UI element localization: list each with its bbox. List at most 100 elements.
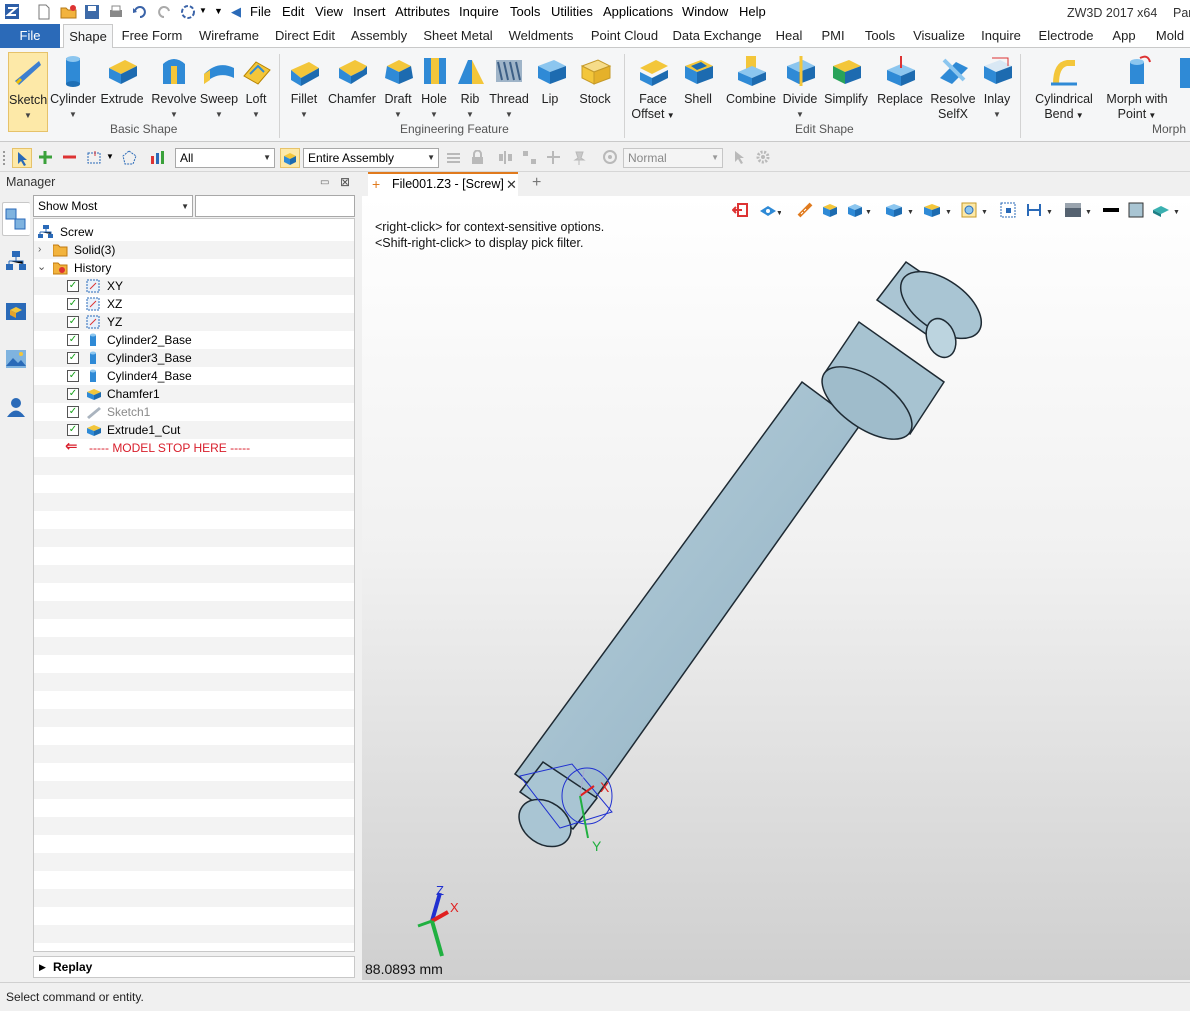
visibility-checkbox[interactable]: ✓ <box>67 370 79 382</box>
box-pick-icon[interactable] <box>87 150 102 165</box>
visibility-checkbox[interactable]: ✓ <box>67 424 79 436</box>
manager-search-input[interactable] <box>195 195 355 217</box>
rib-button[interactable]: Rib ▼ <box>454 52 486 132</box>
tree-row-solid[interactable]: › Solid(3) <box>34 241 354 259</box>
tab-direct-edit[interactable]: Direct Edit <box>272 24 338 48</box>
expand-arrow-icon[interactable]: › <box>38 241 41 259</box>
redo-icon[interactable] <box>156 4 172 20</box>
menu-insert[interactable]: Insert <box>353 4 386 19</box>
shell-button[interactable]: Shell <box>680 52 716 132</box>
visibility-checkbox[interactable]: ✓ <box>67 280 79 292</box>
new-file-icon[interactable] <box>36 4 52 20</box>
float-panel-icon[interactable]: ▭ <box>320 177 329 188</box>
open-folder-icon[interactable] <box>60 4 77 20</box>
menu-view[interactable]: View <box>315 4 343 19</box>
menu-utilities[interactable]: Utilities <box>551 4 593 19</box>
save-icon[interactable] <box>84 4 100 20</box>
combine-button[interactable]: Combine <box>724 52 778 132</box>
draft-button[interactable]: Draft ▼ <box>380 52 416 132</box>
tab-inquire[interactable]: Inquire <box>976 24 1026 48</box>
visual-manager-icon[interactable] <box>5 348 27 370</box>
assembly-scope-icon[interactable] <box>280 148 300 168</box>
tree-row-model-stop[interactable]: ⇐ ----- MODEL STOP HERE ----- <box>34 438 354 457</box>
menu-inquire[interactable]: Inquire <box>459 4 499 19</box>
tree-row-cylinder2-base[interactable]: ✓ Cylinder2_Base <box>34 331 354 349</box>
assembly-manager-icon[interactable] <box>5 250 27 272</box>
chamfer-button[interactable]: Chamfer <box>326 52 378 132</box>
graphics-viewport[interactable]: <right-click> for context-sensitive opti… <box>362 196 1190 980</box>
expand-replay-icon[interactable]: ▶ <box>39 957 46 977</box>
visibility-checkbox[interactable]: ✓ <box>67 316 79 328</box>
visibility-checkbox[interactable]: ✓ <box>67 334 79 346</box>
tab-sheet-metal[interactable]: Sheet Metal <box>421 24 495 48</box>
resolve-selfx-button[interactable]: Resolve SelfX <box>928 52 978 132</box>
loft-button[interactable]: Loft ▼ <box>240 52 272 132</box>
document-tab[interactable]: + File001.Z3 - [Screw] ✕ <box>368 172 518 196</box>
cylindrical-bend-button[interactable]: Cylindrical Bend ▼ <box>1030 52 1098 132</box>
tab-pmi[interactable]: PMI <box>816 24 850 48</box>
tab-shape[interactable]: Shape <box>63 24 113 49</box>
polygon-pick-icon[interactable] <box>122 150 137 165</box>
thread-button[interactable]: Thread ▼ <box>488 52 530 132</box>
menu-help[interactable]: Help <box>739 4 766 19</box>
tree-row-history[interactable]: ⌄ History <box>34 259 354 277</box>
visibility-checkbox[interactable]: ✓ <box>67 388 79 400</box>
sweep-button[interactable]: Sweep ▼ <box>199 52 239 132</box>
tab-mold[interactable]: Mold <box>1150 24 1190 48</box>
menu-tools[interactable]: Tools <box>510 4 540 19</box>
collapse-menu-icon[interactable]: ◀ <box>231 4 241 20</box>
sketch-button[interactable]: Sketch ▼ <box>8 52 48 132</box>
tree-row-xy[interactable]: ✓ XY <box>34 277 354 295</box>
tab-point-cloud[interactable]: Point Cloud <box>587 24 662 48</box>
new-tab-icon[interactable]: + <box>532 174 541 192</box>
tree-row-root[interactable]: Screw <box>34 223 354 241</box>
close-tab-icon[interactable]: ✕ <box>506 174 517 195</box>
print-icon[interactable] <box>108 4 124 20</box>
hole-button[interactable]: Hole ▼ <box>418 52 450 132</box>
tree-row-chamfer1[interactable]: ✓ Chamfer1 <box>34 385 354 403</box>
tree-row-cylinder3-base[interactable]: ✓ Cylinder3_Base <box>34 349 354 367</box>
menu-applications[interactable]: Applications <box>603 4 673 19</box>
pick-mode-icon[interactable] <box>12 148 32 168</box>
tab-tools[interactable]: Tools <box>860 24 900 48</box>
filter-icon[interactable] <box>150 150 165 165</box>
simplify-button[interactable]: Simplify <box>822 52 870 132</box>
tab-file[interactable]: File <box>0 24 60 48</box>
extrude-button[interactable]: Extrude <box>99 52 145 132</box>
face-offset-button[interactable]: Face Offset ▼ <box>630 52 676 132</box>
remove-pick-icon[interactable] <box>62 150 77 165</box>
user-manager-icon[interactable] <box>5 396 27 418</box>
add-pick-icon[interactable] <box>38 150 53 165</box>
tab-assembly[interactable]: Assembly <box>348 24 410 48</box>
cylinder-button[interactable]: Cylinder ▼ <box>50 52 96 132</box>
tab-data-exchange[interactable]: Data Exchange <box>672 24 762 48</box>
collapse-arrow-icon[interactable]: ⌄ <box>37 258 46 276</box>
menu-file[interactable]: File <box>250 4 271 19</box>
pin-tab-icon[interactable]: + <box>372 174 380 195</box>
tree-row-cylinder4-base[interactable]: ✓ Cylinder4_Base <box>34 367 354 385</box>
part-library-icon[interactable] <box>5 300 27 322</box>
tab-wireframe[interactable]: Wireframe <box>194 24 264 48</box>
history-manager-icon[interactable] <box>2 202 30 236</box>
menu-edit[interactable]: Edit <box>282 4 304 19</box>
toolbar-grip[interactable] <box>3 151 7 165</box>
undo-icon[interactable] <box>132 4 148 20</box>
screw-model[interactable]: X Y Z X <box>362 196 1190 980</box>
visibility-checkbox[interactable]: ✓ <box>67 298 79 310</box>
tree-row-yz[interactable]: ✓ YZ <box>34 313 354 331</box>
filter-select[interactable]: All ▼ <box>175 148 275 168</box>
lip-button[interactable]: Lip <box>534 52 566 132</box>
visibility-checkbox[interactable]: ✓ <box>67 352 79 364</box>
stock-button[interactable]: Stock <box>575 52 615 132</box>
tab-app[interactable]: App <box>1106 24 1142 48</box>
revolve-button[interactable]: Revolve ▼ <box>150 52 198 132</box>
visibility-checkbox[interactable]: ✓ <box>67 406 79 418</box>
mirror-icon[interactable] <box>498 150 513 165</box>
tab-free-form[interactable]: Free Form <box>121 24 183 48</box>
tree-row-xz[interactable]: ✓ XZ <box>34 295 354 313</box>
lock-icon[interactable] <box>470 149 485 165</box>
replay-bar[interactable]: ▶ Replay <box>33 956 355 978</box>
display-mode-icon[interactable] <box>603 150 618 165</box>
tree-row-extrude1-cut[interactable]: ✓ Extrude1_Cut <box>34 421 354 439</box>
customize-quick-access-icon[interactable]: ▼ <box>214 6 223 16</box>
